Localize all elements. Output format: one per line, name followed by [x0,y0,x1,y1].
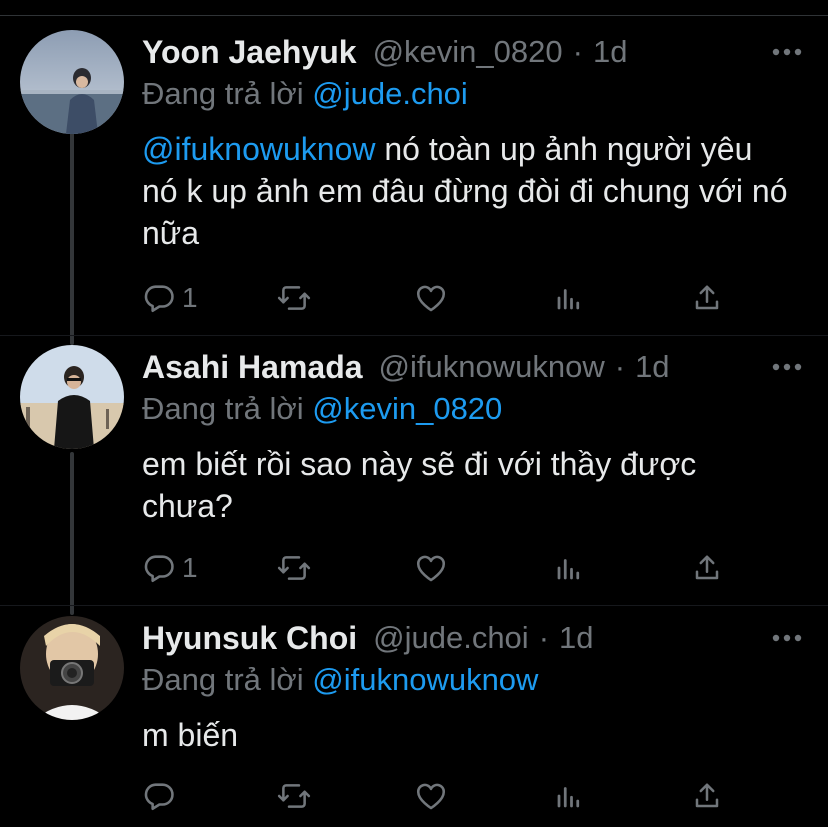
tweet-text: em biết rồi sao này sẽ đi với thầy được … [142,443,782,527]
replying-to-link[interactable]: @jude.choi [312,76,468,111]
author-handle[interactable]: @jude.choi [373,620,529,656]
top-divider [0,15,828,16]
tweet-text-content: em biết rồi sao này sẽ đi với thầy được … [142,446,697,524]
like-button[interactable] [414,548,448,588]
retweet-icon [277,784,311,808]
retweet-button[interactable] [276,776,312,816]
author-name[interactable]: Yoon Jaehyuk [142,34,357,71]
like-button[interactable] [414,278,448,318]
analytics-icon [557,289,580,310]
retweet-icon [277,556,311,580]
replying-prefix: Đang trả lời [142,76,304,111]
author-handle[interactable]: @kevin_0820 [373,34,563,70]
avatar-yoon-jaehyuk[interactable] [20,30,124,134]
reply-icon [144,285,174,313]
like-icon [416,555,446,582]
retweet-button[interactable] [276,548,312,588]
retweet-button[interactable] [276,278,312,318]
reply-icon [144,555,174,583]
author-name[interactable]: Asahi Hamada [142,349,363,386]
tweet-divider [0,335,828,336]
more-icon[interactable] [772,616,802,660]
author-name[interactable]: Hyunsuk Choi [142,620,357,657]
like-icon [416,285,446,312]
like-button[interactable] [414,776,448,816]
tweet-1[interactable]: Yoon Jaehyuk @kevin_0820 · 1d Đang trả l… [0,30,828,330]
tweet-header: Asahi Hamada @ifuknowuknow · 1d [142,345,670,389]
author-handle[interactable]: @ifuknowuknow [379,349,605,385]
analytics-icon [557,559,580,580]
timestamp[interactable]: 1d [635,349,669,385]
replying-prefix: Đang trả lời [142,391,304,426]
action-bar: 1 [142,548,742,588]
replying-to-line: Đang trả lời @kevin_0820 [142,391,502,427]
timestamp[interactable]: 1d [593,34,627,70]
replying-to-line: Đang trả lời @ifuknowuknow [142,662,538,698]
share-icon [695,285,719,310]
reply-icon [144,783,174,811]
action-bar: 1 [142,278,742,318]
share-button[interactable] [692,548,722,588]
replying-to-link[interactable]: @kevin_0820 [312,391,502,426]
analytics-button[interactable] [554,278,584,318]
reply-button[interactable] [142,776,182,816]
meta-separator: · [614,349,626,384]
tweet-text: m biến [142,714,792,756]
replying-to-line: Đang trả lời @jude.choi [142,76,468,112]
like-icon [416,783,446,810]
meta-separator: · [538,620,550,655]
share-button[interactable] [692,776,722,816]
tweet-text: @ifuknowuknow nó toàn up ảnh người yêu n… [142,128,792,254]
share-icon [695,555,719,580]
analytics-button[interactable] [554,548,584,588]
replying-prefix: Đang trả lời [142,662,304,697]
tweet-text-content: m biến [142,717,239,753]
avatar-hyunsuk-choi[interactable] [20,616,124,720]
more-icon[interactable] [772,30,802,74]
reply-button[interactable]: 1 [142,278,198,318]
action-bar [142,776,742,816]
analytics-button[interactable] [554,776,584,816]
reply-button[interactable]: 1 [142,548,198,588]
tweet-2[interactable]: Asahi Hamada @ifuknowuknow · 1d Đang trả… [0,345,828,595]
avatar-asahi-hamada[interactable] [20,345,124,449]
tweet-3[interactable]: Hyunsuk Choi @jude.choi · 1d Đang trả lờ… [0,616,828,827]
reply-count: 1 [182,282,198,313]
tweet-header: Hyunsuk Choi @jude.choi · 1d [142,616,594,660]
mention-link[interactable]: @ifuknowuknow [142,131,375,167]
analytics-icon [557,787,580,808]
retweet-icon [277,286,311,310]
timestamp[interactable]: 1d [559,620,593,656]
share-button[interactable] [692,278,722,318]
reply-count: 1 [182,552,198,583]
share-icon [695,783,719,808]
tweet-header: Yoon Jaehyuk @kevin_0820 · 1d [142,30,627,74]
replying-to-link[interactable]: @ifuknowuknow [312,662,538,697]
tweet-divider [0,605,828,606]
meta-separator: · [572,34,583,69]
more-icon[interactable] [772,345,802,389]
